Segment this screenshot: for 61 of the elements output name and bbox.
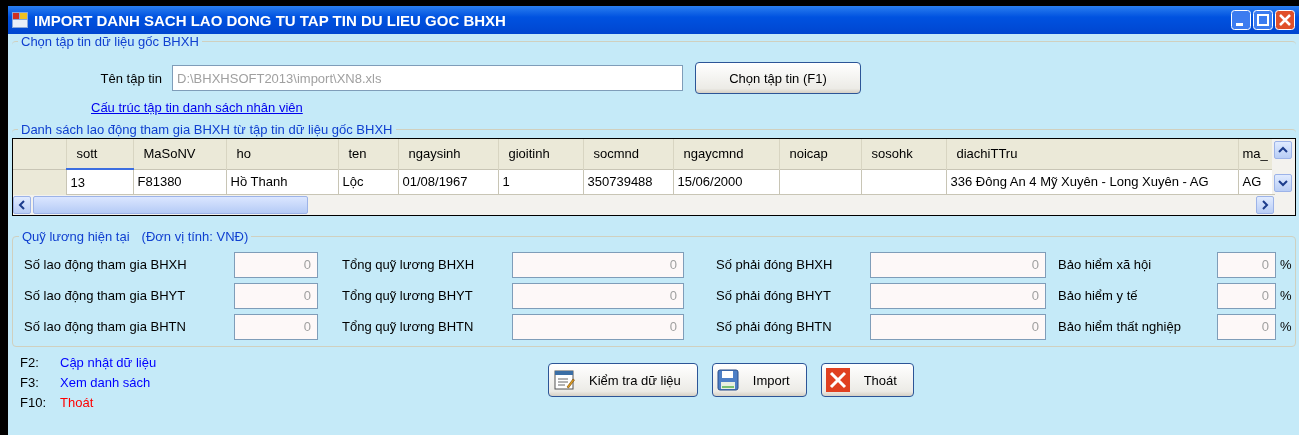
field-label: Bảo hiểm xã hội (1058, 257, 1153, 272)
percent-sign: % (1279, 288, 1293, 303)
column-header[interactable]: ngaysinh (398, 139, 498, 169)
horizontal-scrollbar[interactable] (13, 195, 1274, 215)
field-label: Số phải đóng BHXH (716, 257, 834, 272)
window-title: IMPORT DANH SACH LAO DONG TU TAP TIN DU LIEU GOC BHXH (34, 11, 507, 29)
field-label: Số phải đóng BHYT (716, 288, 832, 303)
table-cell: 350739488 (583, 169, 673, 195)
scroll-thumb[interactable] (33, 196, 308, 214)
minimize-button[interactable] (1231, 10, 1251, 30)
close-icon (825, 368, 850, 392)
close-button[interactable] (1275, 10, 1295, 30)
table-cell: 336 Đông An 4 Mỹ Xuyên - Long Xuyên - AG (946, 169, 1238, 195)
shortcut-key: F2: (20, 355, 60, 370)
exit-button[interactable]: Thoát (820, 363, 914, 397)
structure-link[interactable]: Cấu trúc tập tin danh sách nhân viên (91, 100, 303, 115)
field-label: Bảo hiểm y tế (1058, 288, 1139, 303)
field-label: Số lao động tham gia BHTN (24, 319, 187, 334)
field-label: Tổng quỹ lương BHYT (342, 288, 474, 303)
shortcut-key: F10: (20, 395, 60, 410)
maximize-button[interactable] (1253, 10, 1273, 30)
choose-file-button[interactable]: Chọn tập tin (F1) (695, 62, 861, 94)
unit-note: (Đơn vị tính: VNĐ) (141, 229, 249, 244)
field-label: Số lao động tham gia BHXH (24, 257, 188, 272)
shortcut-label: Cập nhật dữ liệu (60, 355, 158, 370)
column-header[interactable]: ngaycmnd (673, 139, 779, 169)
table-cell: 1 (498, 169, 583, 195)
percent-sign: % (1279, 319, 1293, 334)
group-title: Chọn tập tin dữ liệu gốc BHXH (21, 34, 199, 49)
shortcut-label: Thoát (60, 395, 95, 410)
field-label: Tổng quỹ lương BHXH (342, 257, 476, 272)
check-data-button[interactable]: Kiểm tra dữ liệu (548, 363, 698, 397)
column-header[interactable]: noicap (779, 139, 861, 169)
field-label: Tổng quỹ lương BHTN (342, 319, 475, 334)
table-cell: Lộc (338, 169, 398, 195)
column-header[interactable]: sott (66, 139, 133, 169)
column-header[interactable]: ma_ (1238, 139, 1274, 169)
field-label: Tên tập tin (99, 70, 163, 86)
column-header[interactable]: ho (226, 139, 338, 169)
column-header[interactable]: gioitinh (498, 139, 583, 169)
group-title: Quỹ lương hiện tại (22, 229, 130, 244)
table-cell: Hồ Thanh (226, 169, 338, 195)
shortcut-key: F3: (20, 375, 60, 390)
column-header[interactable]: MaSoNV (133, 139, 226, 169)
table-cell: F81380 (133, 169, 226, 195)
column-header[interactable]: diachiTTru (946, 139, 1238, 169)
group-title: Danh sách lao động tham gia BHXH từ tập tin dữ liệu gốc BHXH (21, 122, 393, 137)
column-header[interactable]: ten (338, 139, 398, 169)
checklist-icon (553, 369, 575, 391)
import-button[interactable]: Import (711, 363, 807, 397)
percent-sign: % (1279, 257, 1293, 272)
field-label: Bảo hiểm thất nghiệp (1058, 319, 1182, 334)
field-label: Số lao động tham gia BHYT (24, 288, 187, 303)
app-icon (12, 12, 28, 28)
shortcut-label: Xem danh sách (60, 375, 152, 390)
column-header[interactable]: socmnd (583, 139, 673, 169)
table-cell: 15/06/2000 (673, 169, 779, 195)
table-cell: 01/08/1967 (398, 169, 498, 195)
column-header[interactable]: sosohk (861, 139, 946, 169)
field-label: Số phải đóng BHTN (716, 319, 833, 334)
table-cell: 13 (66, 169, 133, 195)
